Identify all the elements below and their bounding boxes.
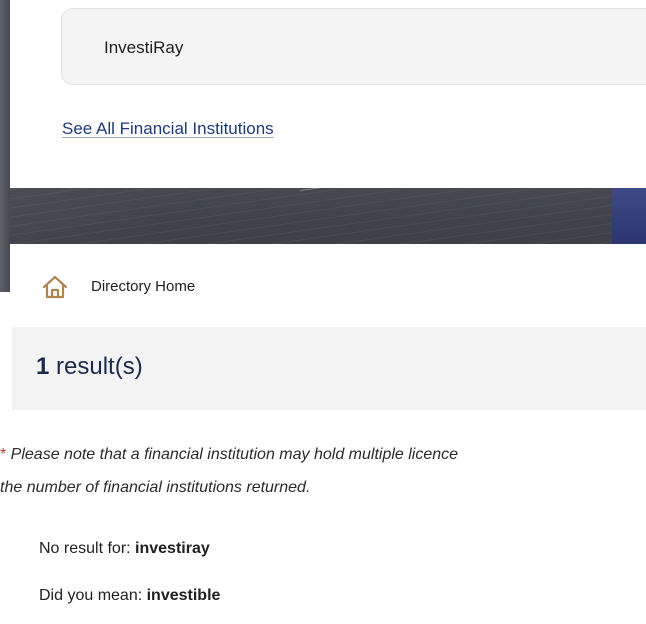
results-header: 1 result(s)	[12, 327, 646, 410]
results-label: result(s)	[49, 353, 143, 380]
no-result-term: investiray	[135, 540, 210, 557]
results-title: 1 result(s)	[36, 353, 143, 381]
did-you-mean-prefix: Did you mean:	[39, 587, 147, 604]
hero-edge	[0, 0, 10, 292]
suggestion-label: InvestiRay	[104, 38, 184, 57]
did-you-mean-term[interactable]: investible	[147, 587, 221, 604]
no-result-message: No result for: investiray	[39, 540, 210, 558]
note-line-1: Please note that a financial institution…	[6, 446, 459, 463]
home-icon[interactable]	[42, 275, 68, 299]
note-line-2: the number of financial institutions ret…	[0, 479, 311, 496]
search-panel: InvestiRay See All Financial Institution…	[10, 0, 646, 188]
breadcrumb-directory-home[interactable]: Directory Home	[91, 278, 195, 295]
page: InvestiRay See All Financial Institution…	[0, 0, 646, 624]
results-count: 1	[36, 353, 50, 380]
no-result-prefix: No result for:	[39, 540, 136, 557]
licence-note: * Please note that a financial instituti…	[0, 438, 646, 504]
breadcrumb: Directory Home	[10, 244, 646, 299]
suggestion-item[interactable]: InvestiRay	[61, 8, 646, 85]
hero-accent	[612, 188, 646, 244]
see-all-institutions-link[interactable]: See All Financial Institutions	[62, 119, 274, 139]
did-you-mean-message: Did you mean: investible	[39, 587, 220, 605]
